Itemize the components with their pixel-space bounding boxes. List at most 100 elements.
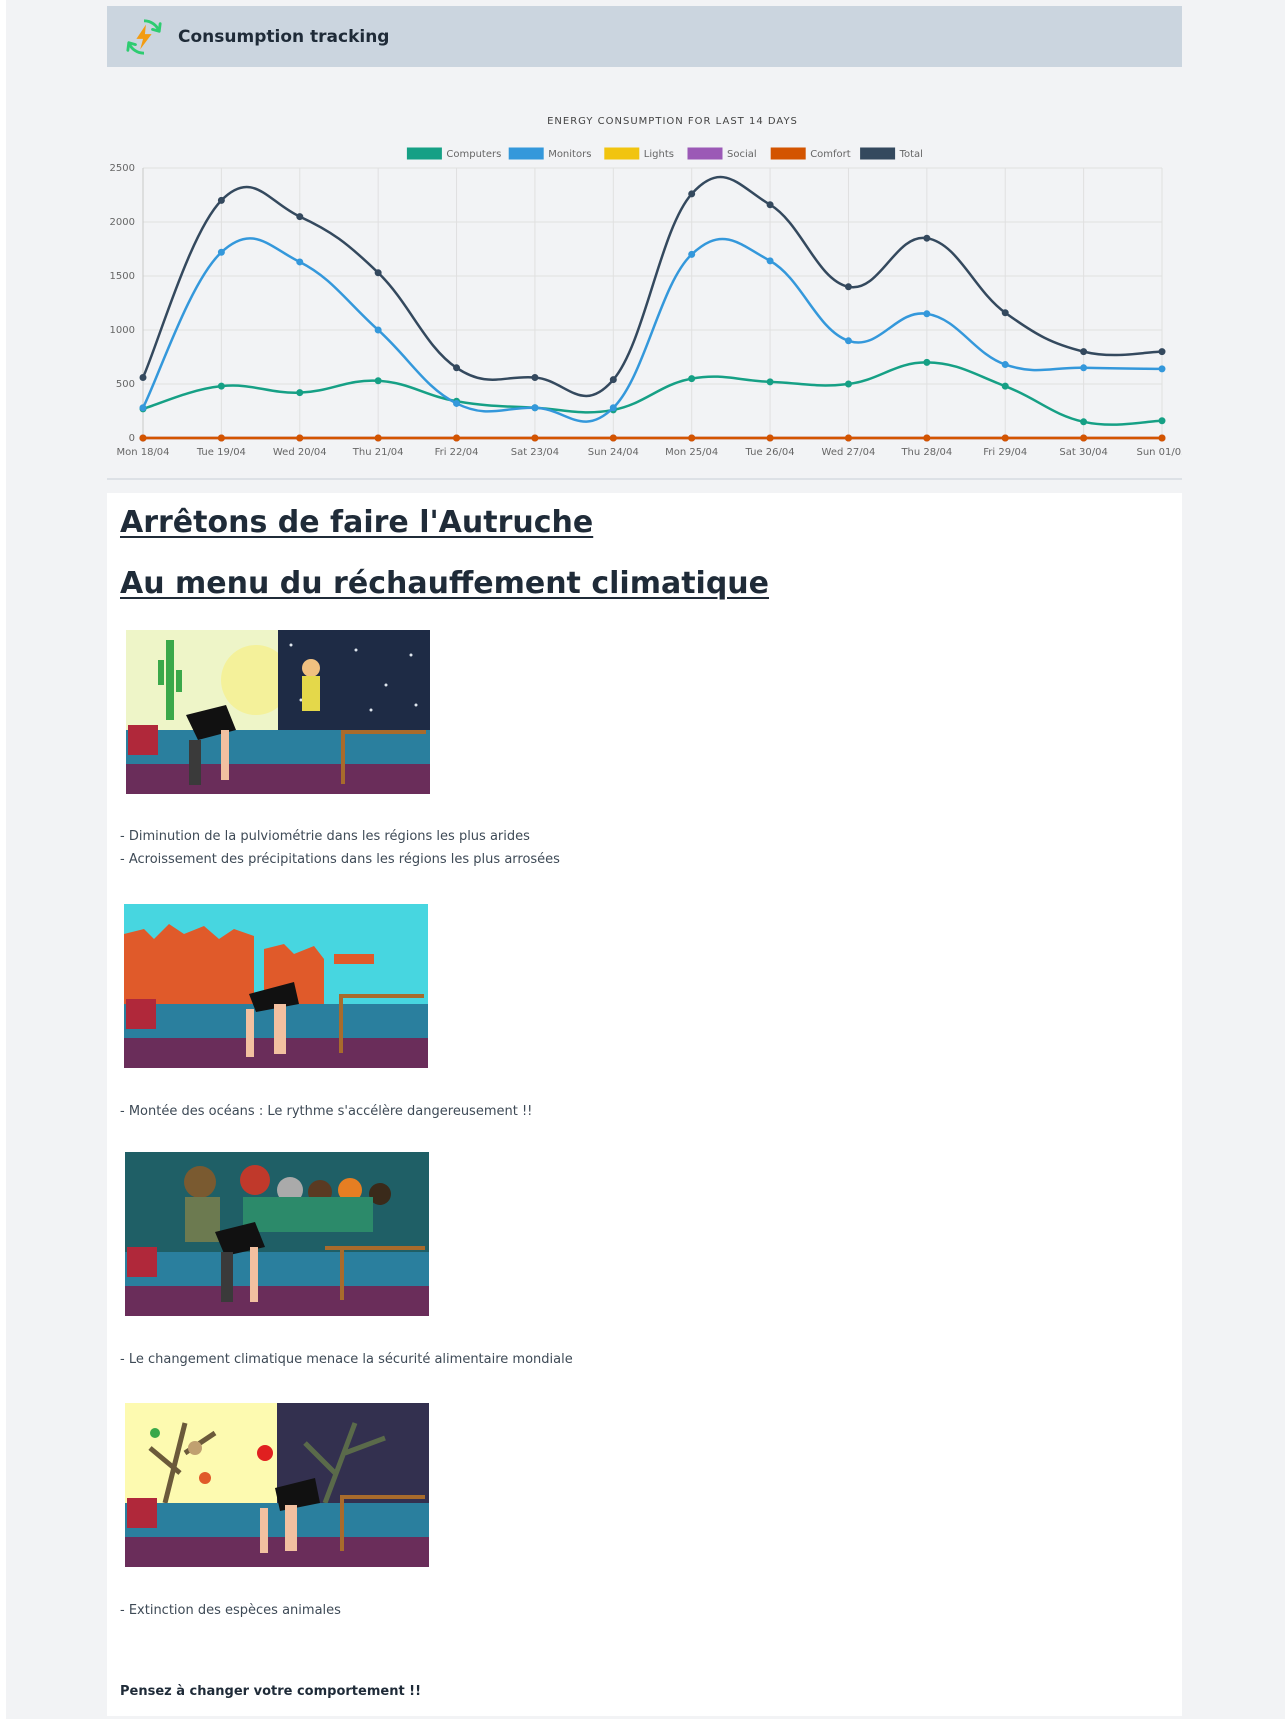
y-tick-label: 2000	[110, 217, 135, 228]
data-point-total	[923, 234, 931, 242]
data-point-comfort	[374, 434, 382, 442]
data-point-monitors	[688, 250, 696, 258]
data-point-comfort	[296, 434, 304, 442]
data-point-monitors	[217, 248, 225, 256]
section-2-line-1: - Montée des océans : Le rythme s'accélè…	[120, 1104, 533, 1119]
y-tick-label: 1000	[110, 325, 135, 336]
x-tick-label: Mon 25/04	[665, 447, 718, 458]
x-tick-label: Tue 19/04	[196, 447, 246, 458]
x-tick-label: Thu 28/04	[900, 447, 952, 458]
x-tick-label: Mon 18/04	[116, 447, 169, 458]
data-point-total	[1080, 348, 1088, 356]
illustration-food-security	[125, 1152, 429, 1316]
x-tick-label: Wed 20/04	[273, 447, 327, 458]
legend-swatch-monitors	[508, 147, 544, 160]
series-line-total	[141, 175, 1163, 398]
data-point-monitors	[139, 404, 147, 412]
energy-chart: ENERGY CONSUMPTION FOR LAST 14 DAYS Compu…	[107, 100, 1182, 480]
data-point-computers	[1001, 382, 1009, 390]
data-point-total	[766, 201, 774, 209]
data-point-comfort	[217, 434, 225, 442]
section-4-line-1: - Extinction des espèces animales	[120, 1603, 341, 1618]
data-point-comfort	[844, 434, 852, 442]
data-point-comfort	[609, 434, 617, 442]
data-point-comfort	[1158, 434, 1166, 442]
x-tick-label: Sat 30/04	[1059, 447, 1107, 458]
article-heading-1: Arrêtons de faire l'Autruche	[120, 505, 594, 540]
data-point-computers	[1158, 417, 1166, 425]
legend-label-social: Social	[727, 149, 757, 160]
app-title: Consumption tracking	[178, 26, 390, 47]
data-point-total	[374, 269, 382, 277]
x-tick-label: Sat 23/04	[511, 447, 559, 458]
y-tick-label: 1500	[110, 271, 135, 282]
legend-swatch-lights	[604, 147, 640, 160]
legend-label-monitors: Monitors	[548, 149, 591, 160]
x-tick-label: Fri 29/04	[983, 447, 1027, 458]
data-point-total	[296, 213, 304, 221]
x-tick-label: Wed 27/04	[822, 447, 876, 458]
illustration-drought-rain	[126, 630, 430, 794]
y-tick-label: 0	[129, 433, 135, 444]
section-1-line-2: - Acroissement des précipitations dans l…	[120, 852, 560, 867]
data-point-comfort	[1001, 434, 1009, 442]
legend-label-comfort: Comfort	[810, 149, 851, 160]
data-point-monitors	[1158, 365, 1166, 373]
chart-title: ENERGY CONSUMPTION FOR LAST 14 DAYS	[547, 116, 798, 127]
closing-message: Pensez à changer votre comportement !!	[120, 1684, 422, 1699]
article-panel: Arrêtons de faire l'Autruche Au menu du …	[107, 493, 1182, 1716]
legend-label-lights: Lights	[644, 149, 674, 160]
data-point-computers	[296, 389, 304, 397]
data-point-monitors	[1001, 361, 1009, 369]
data-point-total	[1001, 309, 1009, 317]
illustration-rising-oceans	[124, 904, 428, 1068]
data-point-monitors	[374, 326, 382, 334]
legend-label-computers: Computers	[446, 149, 501, 160]
data-point-monitors	[844, 337, 852, 345]
energy-cycle-icon	[126, 18, 162, 55]
data-point-computers	[923, 358, 931, 366]
data-point-total	[453, 364, 461, 372]
data-point-total	[139, 374, 147, 382]
y-tick-label: 500	[116, 379, 135, 390]
data-point-computers	[844, 380, 852, 388]
data-point-comfort	[766, 434, 774, 442]
data-point-comfort	[923, 434, 931, 442]
page-background: Consumption tracking ENERGY CONSUMPTION …	[6, 0, 1285, 1719]
data-point-total	[844, 283, 852, 291]
y-tick-label: 2500	[110, 163, 135, 174]
legend-swatch-computers	[406, 147, 442, 160]
x-tick-label: Fri 22/04	[435, 447, 479, 458]
data-point-comfort	[453, 434, 461, 442]
section-3-line-1: - Le changement climatique menace la séc…	[120, 1352, 573, 1367]
data-point-comfort	[688, 434, 696, 442]
data-point-computers	[766, 378, 774, 386]
article-heading-2: Au menu du réchauffement climatique	[120, 566, 769, 601]
x-tick-label: Tue 26/04	[745, 447, 795, 458]
data-point-computers	[1080, 418, 1088, 426]
data-point-computers	[374, 377, 382, 385]
illustration-species-extinction	[125, 1403, 429, 1567]
x-tick-label: Sun 01/05	[1136, 447, 1182, 458]
data-point-computers	[688, 375, 696, 383]
x-tick-label: Sun 24/04	[588, 447, 639, 458]
legend-swatch-comfort	[770, 147, 806, 160]
x-tick-label: Thu 21/04	[352, 447, 404, 458]
data-point-comfort	[531, 434, 539, 442]
series-line-computers	[142, 361, 1163, 426]
data-point-monitors	[1080, 364, 1088, 372]
legend-label-total: Total	[899, 149, 923, 160]
data-point-total	[688, 190, 696, 198]
chart-divider	[107, 478, 1182, 480]
app-header: Consumption tracking	[107, 6, 1182, 67]
legend-swatch-total	[860, 147, 896, 160]
data-point-monitors	[766, 257, 774, 265]
data-point-total	[531, 374, 539, 382]
legend-swatch-social	[687, 147, 723, 160]
data-point-monitors	[453, 399, 461, 407]
data-point-computers	[217, 382, 225, 390]
data-point-comfort	[139, 434, 147, 442]
data-point-total	[609, 376, 617, 384]
data-point-monitors	[923, 310, 931, 318]
data-point-monitors	[609, 404, 617, 412]
